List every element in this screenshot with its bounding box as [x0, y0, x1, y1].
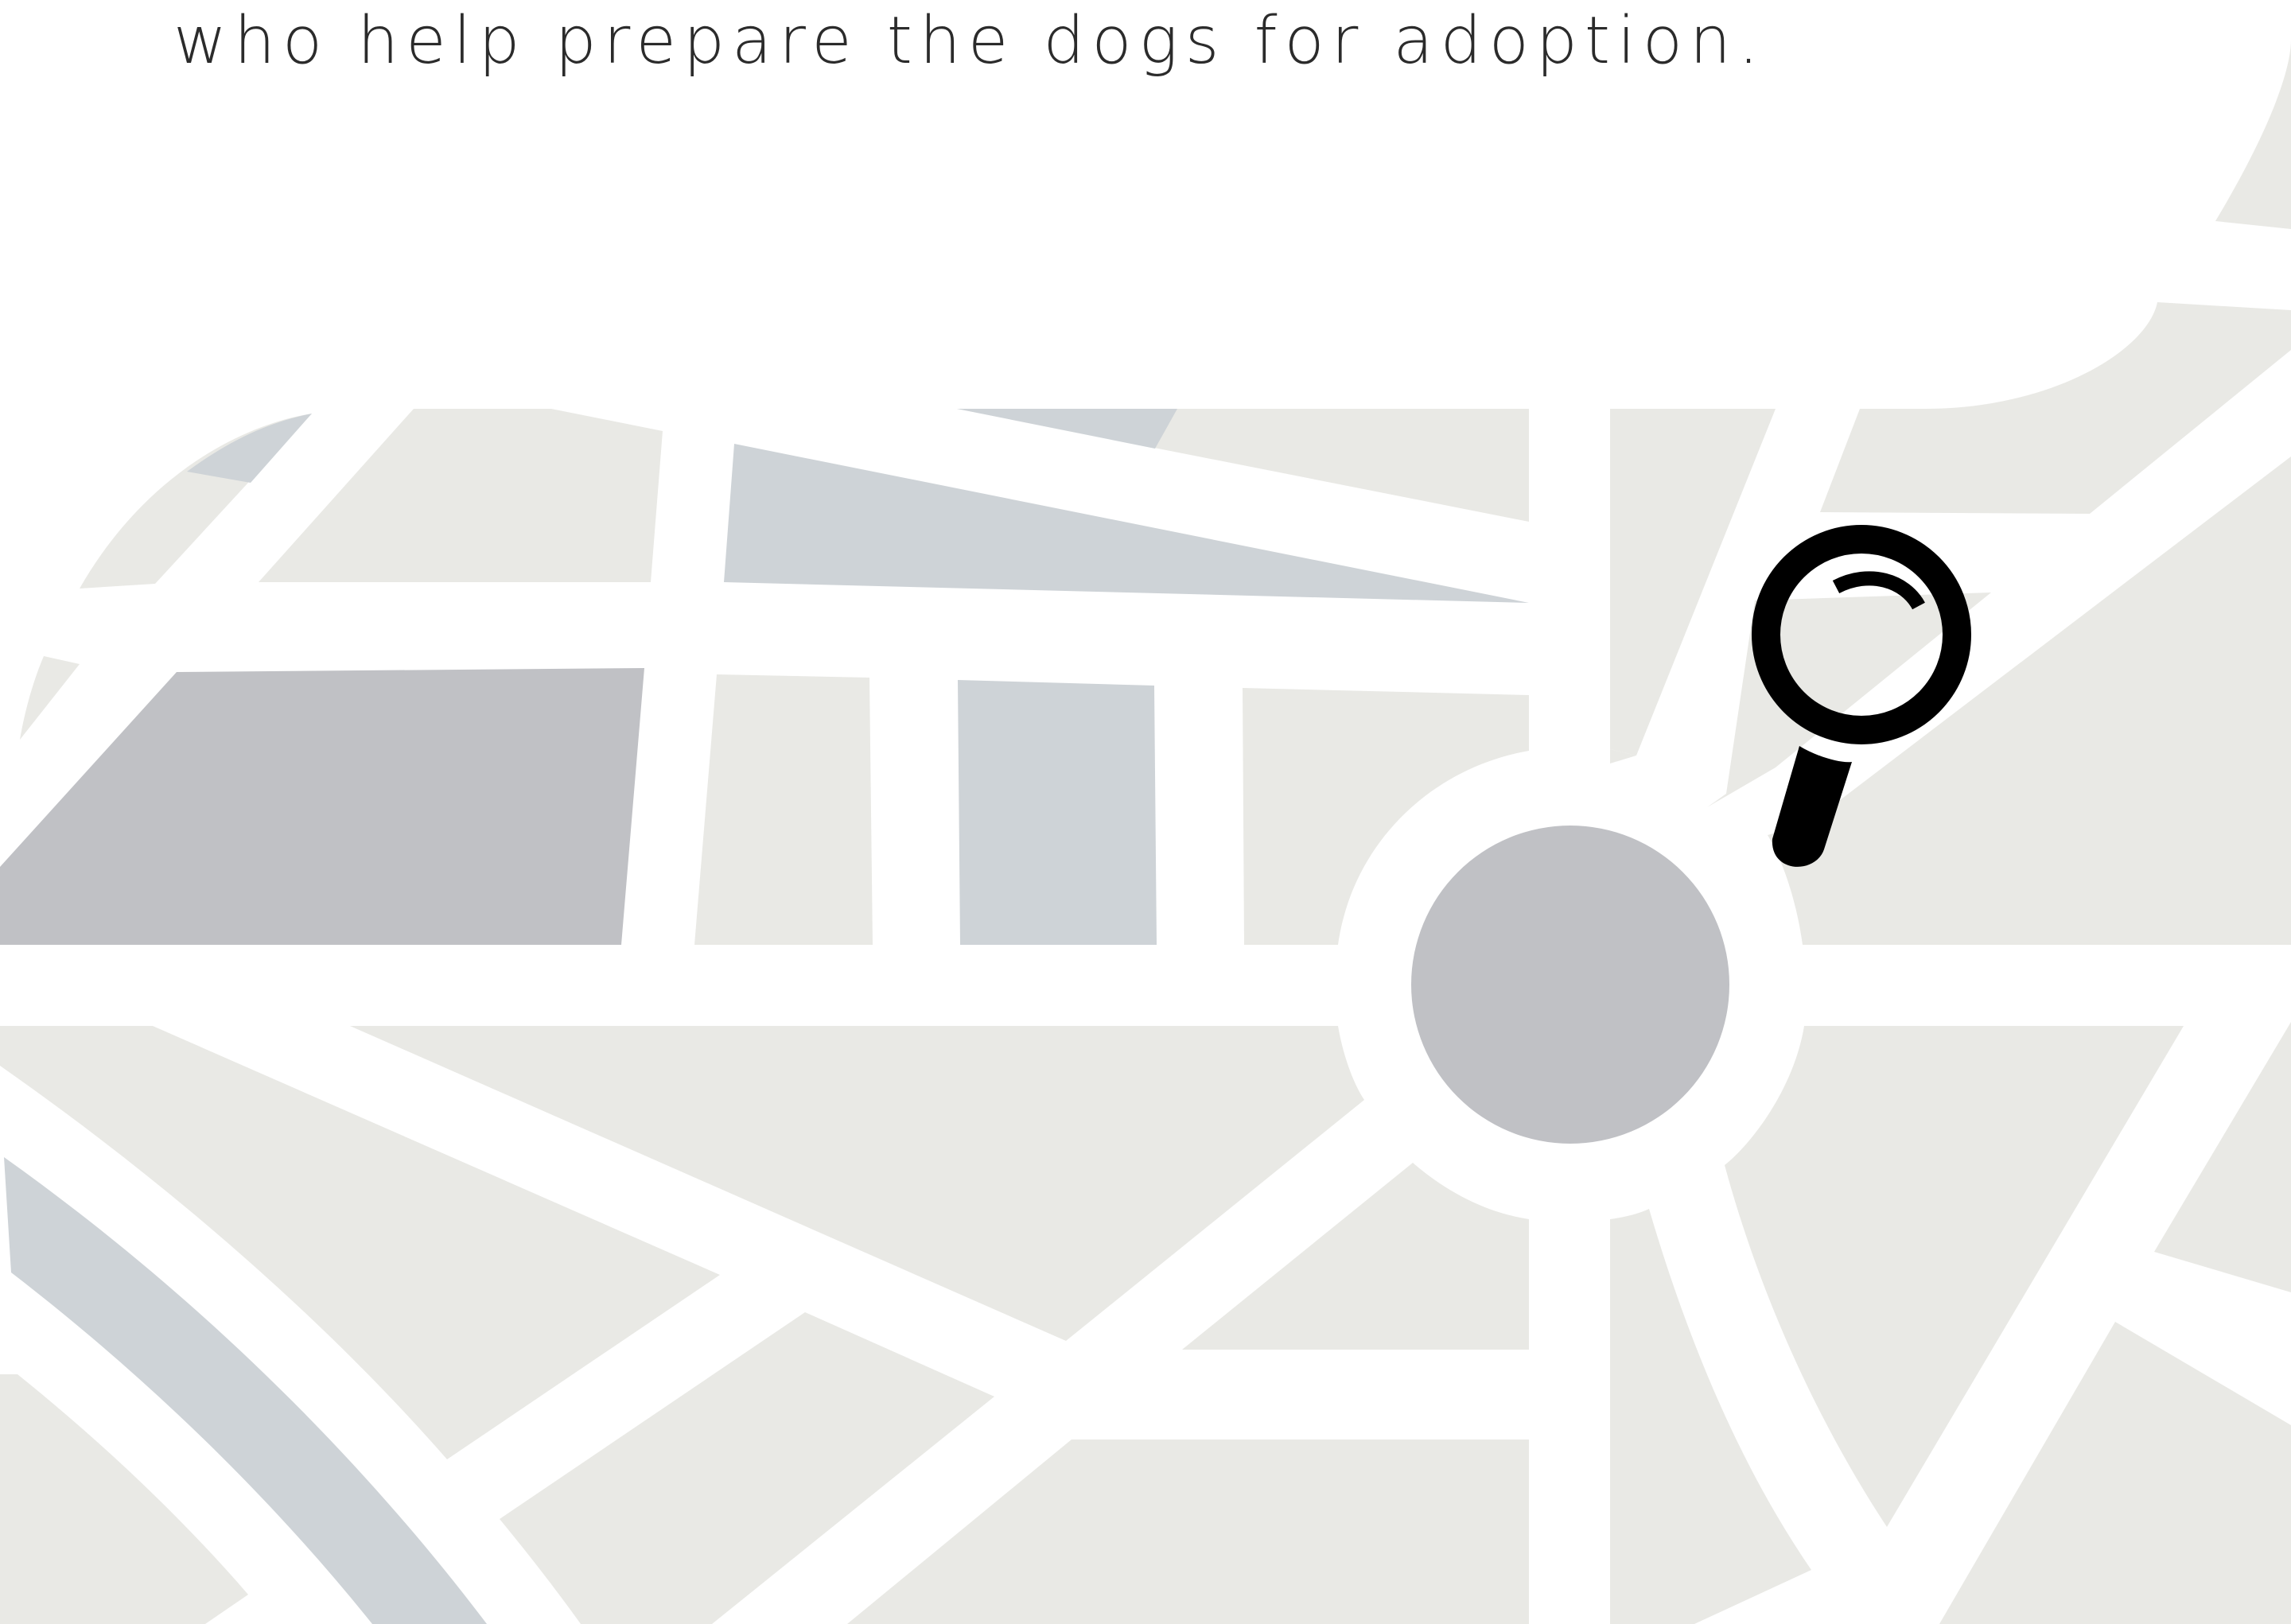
- roundabout: [1411, 826, 1729, 1144]
- map-block: [847, 1439, 1529, 1624]
- map-block: [958, 680, 1157, 945]
- map-block: [259, 409, 663, 582]
- map-block: [694, 674, 873, 945]
- map-block: [957, 409, 1177, 449]
- map-block: [20, 656, 80, 740]
- map-block: [1820, 302, 2291, 514]
- map-block: [1939, 1322, 2291, 1624]
- map-block: [2215, 40, 2291, 229]
- slide-canvas: who help prepare the dogs for adoption.: [0, 0, 2291, 1624]
- street-map-illustration: [0, 40, 2291, 1624]
- map-block: [0, 668, 644, 945]
- map-block: [2154, 1022, 2291, 1292]
- map-block: [187, 414, 312, 483]
